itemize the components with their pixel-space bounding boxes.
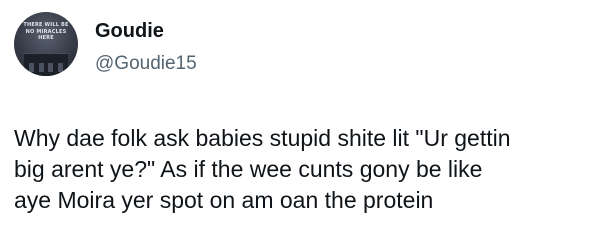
author-display-name[interactable]: Goudie [95,19,164,43]
avatar-building-silhouette [24,53,68,76]
tweet-card: THERE WILL BE NO MIRACLES HERE Goudie @G… [0,0,598,243]
tweet-text-line: big arent ye?" As if the wee cunts gony … [14,156,483,182]
avatar-sign-line: HERE [38,35,54,41]
avatar-sign-text: THERE WILL BE NO MIRACLES HERE [14,22,78,42]
avatar[interactable]: THERE WILL BE NO MIRACLES HERE [14,12,78,76]
author-handle[interactable]: @Goudie15 [95,52,197,76]
avatar-sign-line: THERE WILL BE [23,22,69,28]
tweet-text: Why dae folk ask babies stupid shite lit… [14,123,594,216]
tweet-text-line: Why dae folk ask babies stupid shite lit… [14,125,511,151]
tweet-text-line: aye Moira yer spot on am oan the protein [14,187,434,213]
